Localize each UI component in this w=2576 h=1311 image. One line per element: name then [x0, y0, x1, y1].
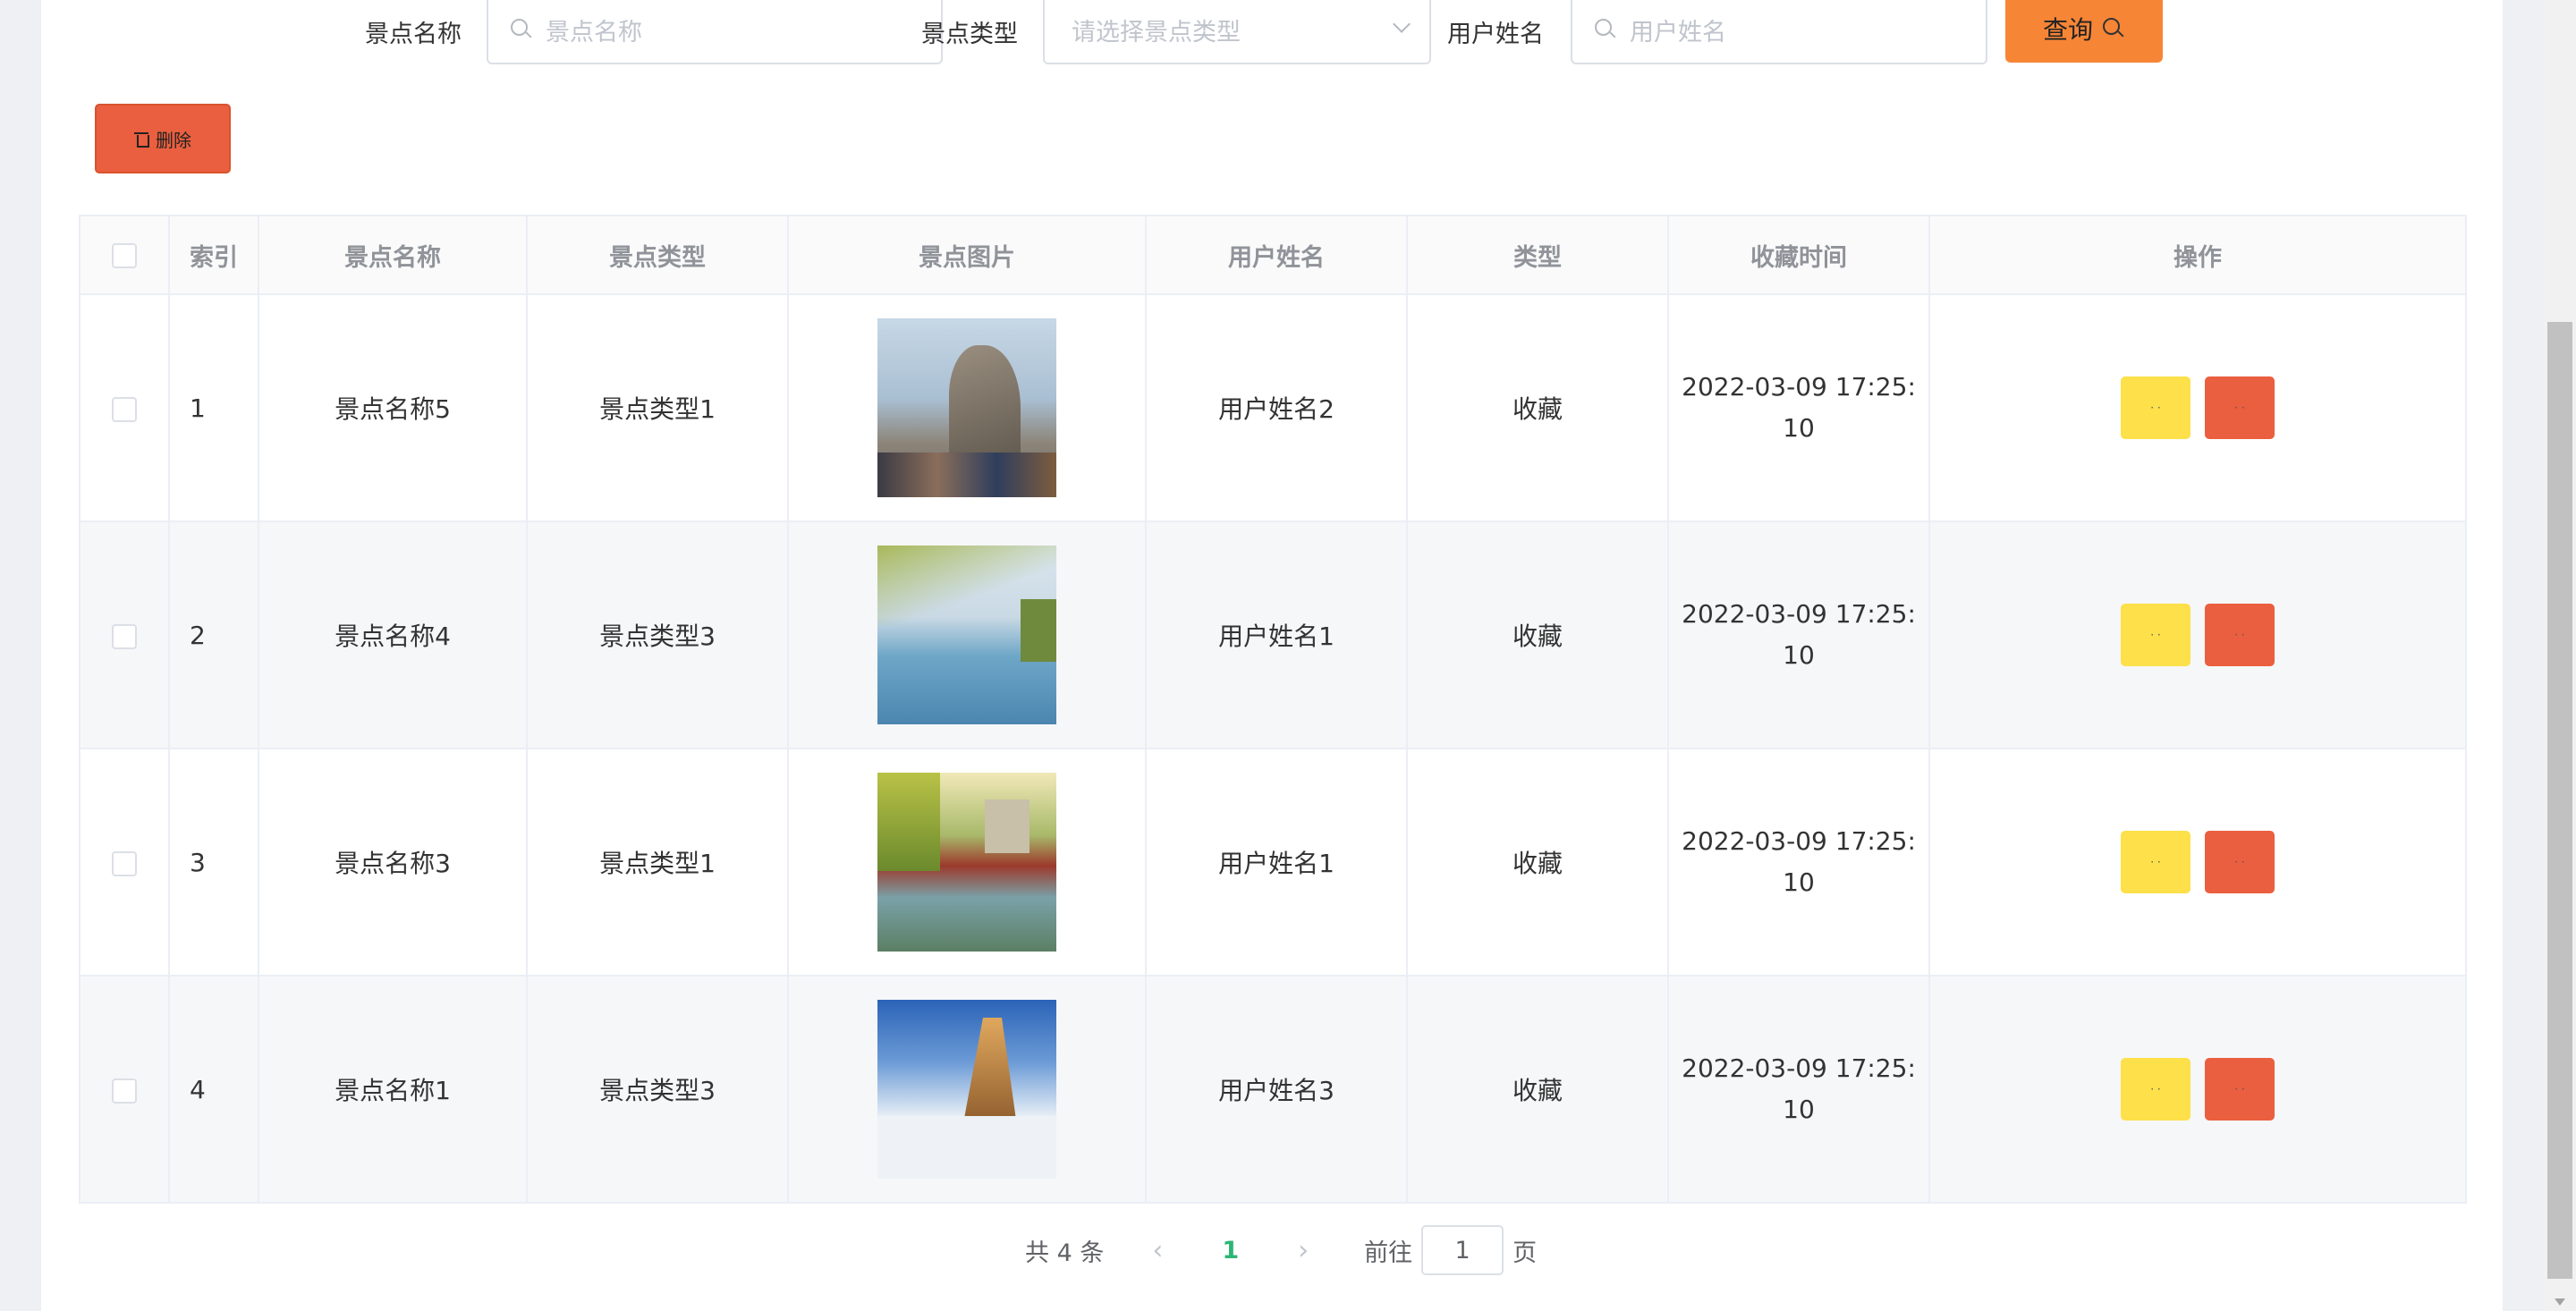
row-checkbox[interactable] — [112, 396, 137, 422]
time-seconds: 10 — [1783, 867, 1815, 897]
row-index: 4 — [168, 975, 259, 1204]
table-row: 4 景点名称1 景点类型3 用户姓名3 收藏 2022-03-09 17:25:… — [79, 975, 2467, 1204]
scenic-type-select[interactable]: 请选择景点类型 — [1043, 0, 1431, 64]
row-index: 1 — [168, 293, 259, 522]
time-date: 2022-03-09 17:25: — [1682, 826, 1916, 856]
time-date: 2022-03-09 17:25: — [1682, 372, 1916, 402]
row-scenic-name: 景点名称3 — [258, 748, 528, 977]
row-index: 3 — [168, 748, 259, 977]
header-index: 索引 — [168, 215, 259, 295]
scenic-image[interactable] — [877, 318, 1056, 497]
time-date: 2022-03-09 17:25: — [1682, 599, 1916, 629]
search-bar: 景点名称 景点名称 景点类型 请选择景点类型 用户姓名 用户姓名 查询 — [41, 0, 2503, 64]
row-user-name: 用户姓名1 — [1145, 520, 1408, 749]
edit-button[interactable]: · · — [2121, 376, 2190, 439]
chevron-down-icon — [1393, 15, 1411, 33]
query-button-label: 查询 — [2042, 15, 2093, 45]
page-suffix-label: 页 — [1513, 1239, 1538, 1267]
delete-button[interactable]: · · — [2205, 831, 2275, 893]
row-scenic-name: 景点名称1 — [258, 975, 528, 1204]
row-collect-time: 2022-03-09 17:25: 10 — [1667, 520, 1930, 749]
scenic-name-placeholder: 景点名称 — [546, 18, 642, 47]
user-name-label: 用户姓名 — [1447, 21, 1544, 48]
query-button[interactable]: 查询 — [2005, 0, 2163, 63]
trash-icon — [134, 131, 149, 148]
search-icon — [1594, 18, 1617, 41]
goto-page-input[interactable]: 1 — [1421, 1225, 1504, 1275]
delete-button[interactable]: · · — [2205, 1058, 2275, 1121]
table-header-row: 索引 景点名称 景点类型 景点图片 用户姓名 类型 收藏时间 操作 — [79, 215, 2467, 295]
user-name-input[interactable]: 用户姓名 — [1571, 0, 1987, 64]
row-user-name: 用户姓名1 — [1145, 748, 1408, 977]
row-checkbox[interactable] — [112, 850, 137, 876]
pagination: 共 4 条 ‹ 1 › 前往 1 页 — [1025, 1225, 1537, 1275]
select-all-cell — [79, 215, 170, 295]
user-name-placeholder: 用户姓名 — [1630, 18, 1726, 47]
delete-button-label: 删除 — [156, 129, 191, 151]
delete-button[interactable]: · · — [2205, 376, 2275, 439]
row-scenic-type: 景点类型1 — [526, 748, 789, 977]
scenic-type-placeholder: 请选择景点类型 — [1072, 18, 1241, 47]
next-page-icon[interactable]: › — [1289, 1235, 1318, 1266]
batch-delete-button[interactable]: 删除 — [95, 104, 231, 173]
row-scenic-type: 景点类型3 — [526, 975, 789, 1204]
row-collect-time: 2022-03-09 17:25: 10 — [1667, 975, 1930, 1204]
row-user-name: 用户姓名3 — [1145, 975, 1408, 1204]
collection-table: 索引 景点名称 景点类型 景点图片 用户姓名 类型 收藏时间 操作 1 景点名称… — [79, 215, 2467, 1204]
edit-button[interactable]: · · — [2121, 1058, 2190, 1121]
header-collect-time: 收藏时间 — [1667, 215, 1930, 295]
edit-button[interactable]: · · — [2121, 831, 2190, 893]
select-all-checkbox[interactable] — [112, 243, 137, 268]
row-actions: · · · · — [1928, 975, 2467, 1204]
page-number-current[interactable]: 1 — [1222, 1237, 1239, 1264]
search-icon — [510, 18, 533, 41]
row-kind: 收藏 — [1406, 293, 1669, 522]
scenic-image[interactable] — [877, 773, 1056, 952]
scenic-image[interactable] — [877, 546, 1056, 724]
time-seconds: 10 — [1783, 640, 1815, 670]
edit-button[interactable]: · · — [2121, 604, 2190, 666]
row-scenic-name: 景点名称5 — [258, 293, 528, 522]
row-index: 2 — [168, 520, 259, 749]
table-row: 2 景点名称4 景点类型3 用户姓名1 收藏 2022-03-09 17:25:… — [79, 520, 2467, 749]
row-kind: 收藏 — [1406, 975, 1669, 1204]
row-checkbox[interactable] — [112, 623, 137, 649]
scrollbar-thumb[interactable] — [2547, 322, 2572, 1279]
scenic-image[interactable] — [877, 1000, 1056, 1179]
row-actions: · · · · — [1928, 748, 2467, 977]
header-actions: 操作 — [1928, 215, 2467, 295]
vertical-scrollbar[interactable] — [2544, 0, 2576, 1311]
time-seconds: 10 — [1783, 1095, 1815, 1124]
scenic-type-label: 景点类型 — [921, 21, 1018, 48]
header-scenic-name: 景点名称 — [258, 215, 528, 295]
row-checkbox[interactable] — [112, 1078, 137, 1104]
search-icon — [2102, 17, 2125, 40]
row-scenic-type: 景点类型1 — [526, 293, 789, 522]
prev-page-icon[interactable]: ‹ — [1143, 1235, 1172, 1266]
table-row: 3 景点名称3 景点类型1 用户姓名1 收藏 2022-03-09 17:25:… — [79, 748, 2467, 977]
row-scenic-name: 景点名称4 — [258, 520, 528, 749]
table-row: 1 景点名称5 景点类型1 用户姓名2 收藏 2022-03-09 17:25:… — [79, 293, 2467, 522]
delete-button[interactable]: · · — [2205, 604, 2275, 666]
row-actions: · · · · — [1928, 520, 2467, 749]
goto-label: 前往 — [1364, 1239, 1413, 1267]
scenic-name-input[interactable]: 景点名称 — [487, 0, 943, 64]
header-scenic-type: 景点类型 — [526, 215, 789, 295]
row-actions: · · · · — [1928, 293, 2467, 522]
row-kind: 收藏 — [1406, 748, 1669, 977]
header-user-name: 用户姓名 — [1145, 215, 1408, 295]
time-seconds: 10 — [1783, 413, 1815, 443]
main-page: 景点名称 景点名称 景点类型 请选择景点类型 用户姓名 用户姓名 查询 删除 索… — [41, 0, 2503, 1311]
row-collect-time: 2022-03-09 17:25: 10 — [1667, 293, 1930, 522]
total-count: 共 4 条 — [1025, 1239, 1105, 1267]
header-scenic-image: 景点图片 — [787, 215, 1147, 295]
row-kind: 收藏 — [1406, 520, 1669, 749]
row-collect-time: 2022-03-09 17:25: 10 — [1667, 748, 1930, 977]
time-date: 2022-03-09 17:25: — [1682, 1053, 1916, 1083]
row-user-name: 用户姓名2 — [1145, 293, 1408, 522]
header-kind: 类型 — [1406, 215, 1669, 295]
scroll-down-arrow-icon[interactable] — [2555, 1298, 2565, 1306]
row-scenic-type: 景点类型3 — [526, 520, 789, 749]
scenic-name-label: 景点名称 — [365, 21, 462, 48]
